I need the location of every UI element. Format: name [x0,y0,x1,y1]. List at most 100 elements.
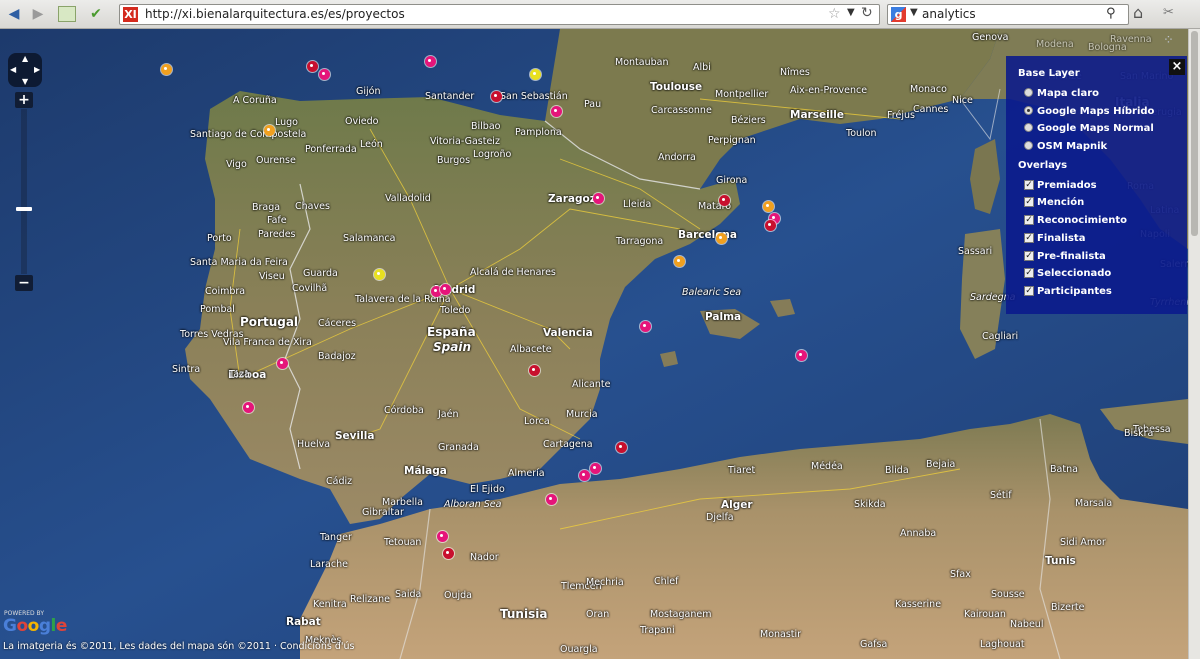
zoom-slider-handle[interactable] [16,207,32,211]
project-marker[interactable] [763,200,775,212]
search-input[interactable]: analytics [922,7,976,21]
pan-right-icon[interactable]: ▶ [34,65,40,74]
checkbox-icon[interactable]: ✓ [1024,250,1034,261]
checkbox-icon[interactable]: ✓ [1024,215,1034,226]
project-marker[interactable] [160,64,172,76]
place-label: Alger [721,499,753,511]
project-marker[interactable] [589,462,601,474]
overlay-option[interactable]: ✓ Seleccionado [1018,265,1187,283]
overlay-option[interactable]: ✓ Reconocimiento [1018,212,1187,230]
place-label: Carcassonne [651,105,712,116]
place-label: Córdoba [384,405,424,416]
overlay-option[interactable]: ✓ Pre-finalista [1018,248,1187,266]
checkbox-icon[interactable]: ✓ [1024,179,1034,190]
radio-icon[interactable] [1024,88,1033,97]
place-label: Béziers [731,115,766,126]
project-marker[interactable] [436,530,448,542]
place-label: Sassari [958,246,993,257]
pan-left-icon[interactable]: ◀ [10,65,16,74]
place-label: Jaén [438,409,459,420]
url-dropdown-icon[interactable]: ▼ [847,7,855,18]
place-label: Bejaia [926,459,956,470]
base-layer-list: Mapa claro Google Maps Híbrido Google Maps… [1018,85,1187,156]
radio-icon[interactable] [1024,105,1033,115]
place-label: Burgos [437,155,471,166]
page-icon[interactable] [58,6,76,22]
project-marker[interactable] [529,68,541,80]
radio-icon[interactable] [1024,123,1033,133]
vertical-scrollbar[interactable] [1188,29,1200,659]
radio-icon[interactable] [1024,141,1033,151]
project-marker[interactable] [718,195,730,207]
checkbox-icon[interactable]: ✓ [1024,232,1034,243]
close-icon[interactable]: × [1169,59,1185,75]
binoculars-icon[interactable]: ⚲ [1106,6,1116,21]
place-label: Pombal [200,304,235,315]
place-label: Oujda [444,590,472,601]
forward-arrow-icon[interactable]: ▶ [28,5,48,23]
project-marker[interactable] [578,470,590,482]
map-attribution[interactable]: La imatgeria és ©2011, Les dades del map… [3,641,354,652]
base-layer-option[interactable]: Google Maps Híbrido [1018,103,1187,121]
base-layer-option[interactable]: Mapa claro [1018,85,1187,103]
place-label: Tarragona [616,236,664,247]
home-icon[interactable]: ⌂ [1133,3,1143,22]
base-layer-option[interactable]: Google Maps Normal [1018,120,1187,138]
map-viewport[interactable]: GenovaRavennaModenaBolognaFirenzeSan Mar… [0,29,1200,659]
project-marker[interactable] [550,106,562,118]
checkbox-icon[interactable]: ✓ [1024,268,1034,279]
overlay-option[interactable]: ✓ Premiados [1018,177,1187,195]
place-label: Cannes [913,104,949,115]
project-marker[interactable] [764,219,776,231]
place-label: Paredes [258,229,296,240]
pan-up-icon[interactable]: ▲ [22,54,28,63]
place-label: Santander [425,91,475,102]
base-layer-option[interactable]: OSM Mapnik [1018,138,1187,156]
bookmark-star-icon[interactable]: ☆ [828,6,841,22]
place-label: Larache [310,559,348,570]
place-label: Huelva [297,439,331,450]
place-label: Viseu [259,271,285,282]
url-bar[interactable]: XI http://xi.bienalarquitectura.es/es/pr… [119,4,880,25]
url-text[interactable]: http://xi.bienalarquitectura.es/es/proye… [145,7,405,21]
project-marker[interactable] [546,493,557,505]
place-label: Vigo [226,159,247,170]
checkbox-icon[interactable]: ✓ [1024,285,1034,296]
place-label: Tiaret [728,465,756,476]
layer-switcher-icon[interactable]: ⁘ [1163,33,1174,48]
zoom-out-button[interactable]: − [15,275,33,291]
search-bar[interactable]: g ▼ analytics ⚲ [887,4,1129,25]
google-logo[interactable]: Google [3,616,67,636]
google-g-icon[interactable]: g [891,7,906,22]
place-label: Ponferrada [305,144,357,155]
project-marker[interactable] [673,255,685,267]
overlay-option[interactable]: ✓ Mención [1018,194,1187,212]
overlay-option[interactable]: ✓ Finalista [1018,230,1187,248]
zoom-slider-track[interactable] [21,109,27,274]
place-label: Braga [252,202,281,213]
overlay-option[interactable]: ✓ Participantes [1018,283,1187,301]
pan-down-icon[interactable]: ▼ [22,77,28,86]
project-marker[interactable] [442,547,454,559]
project-marker[interactable] [439,283,451,295]
base-layer-label: Mapa claro [1037,88,1099,99]
checkbox-icon[interactable]: ✓ [1024,197,1034,208]
extension-icon[interactable]: ✂ [1163,5,1174,20]
pan-control[interactable]: ▲ ▼ ◀ ▶ [8,53,42,87]
overlay-label: Reconocimiento [1037,215,1128,227]
search-engine-dropdown-icon[interactable]: ▼ [910,7,918,18]
scrollbar-thumb[interactable] [1191,31,1198,236]
project-marker[interactable] [318,68,330,80]
place-label: Málaga [404,465,447,477]
place-label: Laghouat [980,639,1025,650]
overlay-label: Finalista [1037,232,1086,244]
back-arrow-icon[interactable]: ◀ [4,5,24,23]
place-label: Granada [438,442,479,453]
project-marker[interactable] [373,268,385,280]
check-icon[interactable]: ✔ [86,5,106,23]
place-label: Lugo [275,117,298,128]
project-marker[interactable] [715,233,727,245]
reload-icon[interactable]: ↻ [861,5,873,21]
zoom-in-button[interactable]: + [15,92,33,108]
project-marker[interactable] [528,364,540,376]
